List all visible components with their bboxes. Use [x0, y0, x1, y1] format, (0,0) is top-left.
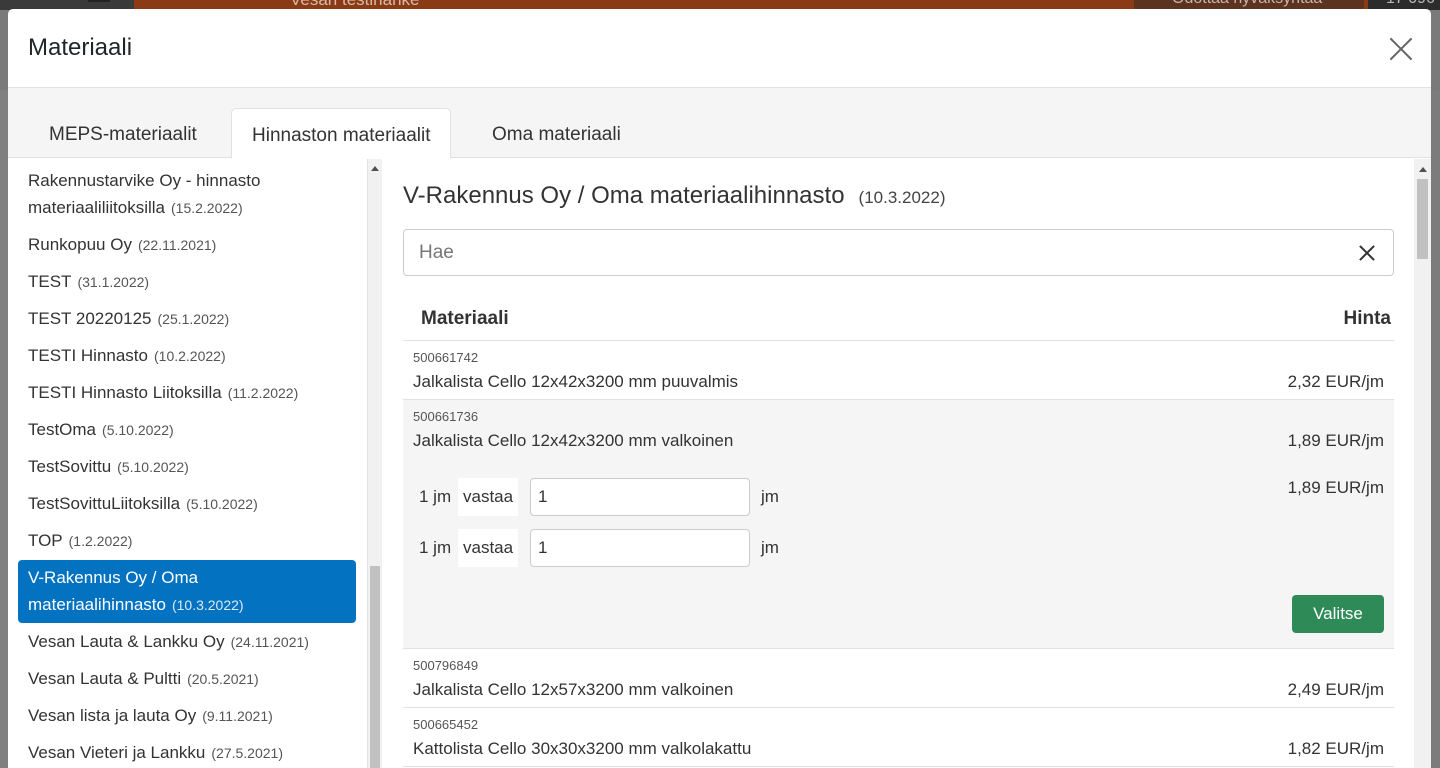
scrollbar-thumb[interactable] [1417, 179, 1428, 259]
modal-title: Materiaali [28, 34, 133, 61]
price-list-item[interactable]: Vesan lista ja lauta Oy (9.11.2021) [28, 702, 348, 730]
price-list-item[interactable]: TOP (1.2.2022) [28, 527, 348, 555]
unit-conversion-row: 1 jm vastaa jm [419, 478, 789, 516]
table-row[interactable]: 500665452 Kattolista Cello 30x30x3200 mm… [403, 708, 1394, 767]
material-name: Jalkalista Cello 12x42x3200 mm valkoinen [413, 431, 734, 450]
price-list-item[interactable]: TestSovittuLiitoksilla (5.10.2022) [28, 490, 348, 518]
materials-scrollbar[interactable] [1414, 159, 1431, 768]
material-code: 500661742 [413, 350, 479, 365]
conversion-unit: jm [761, 538, 779, 557]
calculated-price: 1,89 EUR/jm [1287, 478, 1384, 497]
material-name: Kattolista Cello 30x30x3200 mm valkolaka… [413, 739, 752, 758]
conversion-unit: jm [761, 487, 779, 506]
scrollbar-thumb[interactable] [370, 566, 380, 768]
modal-header: Materiaali [8, 9, 1431, 88]
conversion-input[interactable] [530, 529, 750, 567]
scroll-up-icon[interactable] [1419, 167, 1427, 172]
app-background-left [0, 90, 8, 768]
scroll-up-icon[interactable] [371, 166, 379, 171]
price-list-scrollbar[interactable] [368, 159, 382, 768]
conversion-quantity: 1 jm [419, 487, 452, 506]
material-price: 1,89 EUR/jm [1287, 431, 1384, 450]
price-list-item[interactable]: Vesan Lauta & Lankku Oy (24.11.2021) [28, 628, 348, 656]
tab-meps-materials[interactable]: MEPS-materiaalit [29, 108, 217, 158]
material-modal: Materiaali MEPS-materiaalit Hinnaston ma… [8, 9, 1431, 768]
unit-conversion-row: 1 jm vastaa jm [419, 529, 789, 567]
table-row[interactable]: 500796849 Jalkalista Cello 12x57x3200 mm… [403, 649, 1394, 708]
material-price: 2,32 EUR/jm [1287, 372, 1384, 391]
app-background-right [1432, 90, 1440, 768]
price-list-item[interactable]: Vesan Vieteri ja Lankku (27.5.2021) [28, 739, 348, 767]
price-list-item[interactable]: Rakennustarvike Oy - hinnasto materiaali… [28, 167, 348, 222]
price-list-item[interactable]: Vesan Lauta & Pultti (20.5.2021) [28, 665, 348, 693]
hamburger-icon [88, 0, 110, 8]
price-list-item[interactable]: TESTI Hinnasto (10.2.2022) [28, 342, 348, 370]
price-list-item-selected[interactable]: V-Rakennus Oy / Oma materiaalihinnasto (1… [18, 560, 356, 623]
price-list-item[interactable]: TEST (31.1.2022) [28, 268, 348, 296]
material-name: Jalkalista Cello 12x42x3200 mm puuvalmis [413, 372, 739, 391]
table-row[interactable]: 500661742 Jalkalista Cello 12x42x3200 mm… [403, 341, 1394, 400]
select-button[interactable]: Valitse [1292, 595, 1384, 633]
tab-price-list-materials[interactable]: Hinnaston materiaalit [231, 108, 452, 159]
materials-panel: V-Rakennus Oy / Oma materiaalihinnasto (1… [388, 159, 1414, 768]
price-list-item[interactable]: TestOma (5.10.2022) [28, 416, 348, 444]
column-header-price: Hinta [1343, 308, 1392, 329]
material-code: 500796849 [413, 658, 479, 673]
price-list-item[interactable]: TESTI Hinnasto Liitoksilla (11.2.2022) [28, 379, 348, 407]
material-price: 2,49 EUR/jm [1287, 680, 1384, 699]
conversion-quantity: 1 jm [419, 538, 452, 557]
search-box [403, 229, 1394, 276]
tab-own-material[interactable]: Oma materiaali [472, 108, 641, 158]
conversion-label: vastaa [458, 529, 518, 567]
price-list-item[interactable]: TEST 20220125 (25.1.2022) [28, 305, 348, 333]
material-name: Jalkalista Cello 12x57x3200 mm valkoinen [413, 680, 734, 699]
price-list-item[interactable]: TestSovittu (5.10.2022) [28, 453, 348, 481]
table-row-expanded[interactable]: 500661736 Jalkalista Cello 12x42x3200 mm… [403, 400, 1394, 649]
material-price: 1,82 EUR/jm [1287, 739, 1384, 758]
column-header-material: Materiaali [421, 308, 509, 329]
conversion-input[interactable] [530, 478, 750, 516]
clear-search-icon[interactable] [1359, 245, 1375, 261]
tab-bar: MEPS-materiaalit Hinnaston materiaalit O… [8, 88, 1431, 159]
material-code: 500661736 [413, 409, 479, 424]
selected-list-title: V-Rakennus Oy / Oma materiaalihinnasto (1… [403, 182, 946, 209]
search-input[interactable] [404, 230, 1344, 275]
price-list-panel: Rakennustarvike Oy - hinnasto materiaali… [8, 159, 368, 768]
close-icon[interactable] [1387, 35, 1415, 63]
material-code: 500665452 [413, 717, 479, 732]
conversion-label: vastaa [458, 478, 518, 516]
price-list-item[interactable]: Runkopuu Oy (22.11.2021) [28, 231, 348, 259]
